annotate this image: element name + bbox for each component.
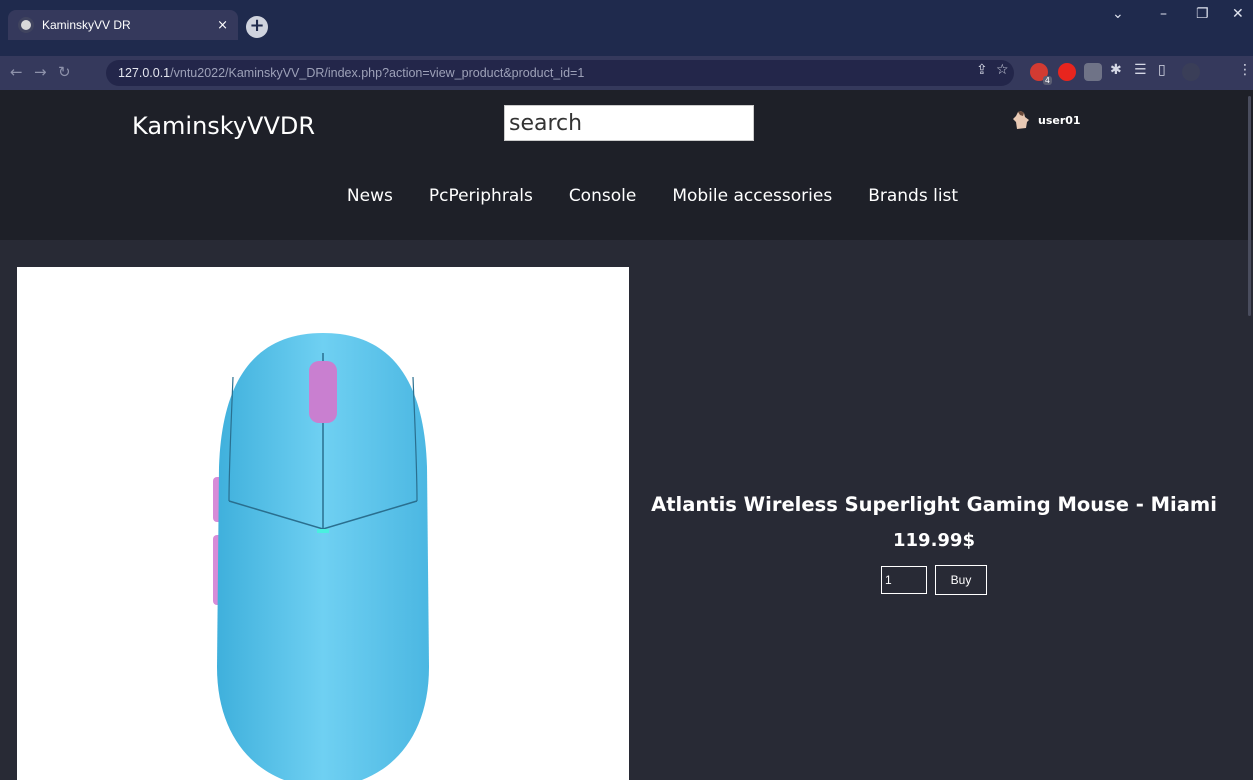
nav-news[interactable]: News — [347, 186, 393, 206]
search-input[interactable] — [504, 105, 754, 141]
site-header: KaminskyVVDR user01 News PcPeriphrals Co… — [0, 90, 1253, 240]
buy-button[interactable]: Buy — [935, 565, 987, 595]
quantity-input[interactable] — [881, 566, 927, 594]
reload-icon[interactable]: ↻ — [58, 63, 71, 81]
browser-tab-bar: KaminskyVV DR × + ⌄ – ❐ ✕ — [0, 0, 1253, 56]
menu-kebab-icon[interactable]: ⋮ — [1238, 62, 1252, 78]
product-price: 119.99$ — [893, 530, 975, 551]
address-url: 127.0.0.1/vntu2022/KaminskyVV_DR/index.p… — [118, 66, 585, 80]
close-tab-icon[interactable]: × — [217, 18, 228, 33]
product-info: Atlantis Wireless Superlight Gaming Mous… — [648, 493, 1220, 595]
main-nav: News PcPeriphrals Console Mobile accesso… — [0, 186, 1253, 206]
reading-list-icon[interactable]: ☰ — [1134, 62, 1147, 78]
side-panel-icon[interactable]: ▯ — [1158, 62, 1166, 78]
site-favicon-icon — [18, 17, 34, 33]
extension-calendar-icon[interactable]: 4 — [1030, 63, 1052, 85]
forward-icon[interactable]: → — [34, 63, 47, 81]
nav-brands-list[interactable]: Brands list — [868, 186, 958, 206]
restore-icon[interactable]: ❐ — [1196, 6, 1209, 22]
back-icon[interactable]: ← — [10, 63, 23, 81]
new-tab-button[interactable]: + — [246, 16, 268, 38]
extensions-puzzle-icon[interactable]: ✱ — [1110, 62, 1122, 78]
extension-badge: 4 — [1042, 76, 1052, 85]
user-name: user01 — [1038, 113, 1081, 127]
browser-tab[interactable]: KaminskyVV DR × — [8, 10, 238, 40]
browser-toolbar: ← → ↻ i 127.0.0.1/vntu2022/KaminskyVV_DR… — [0, 56, 1253, 477]
tab-search-icon[interactable]: ⌄ — [1112, 6, 1124, 22]
page-content: KaminskyVVDR user01 News PcPeriphrals Co… — [0, 90, 1253, 780]
product-title: Atlantis Wireless Superlight Gaming Mous… — [651, 493, 1217, 516]
extension-opera-icon[interactable] — [1058, 63, 1076, 81]
close-window-icon[interactable]: ✕ — [1232, 6, 1244, 22]
tab-title: KaminskyVV DR — [42, 18, 131, 32]
user-menu[interactable]: user01 — [1012, 110, 1081, 130]
bookmark-star-icon[interactable]: ☆ — [996, 62, 1009, 78]
nav-pc-peripherals[interactable]: PcPeriphrals — [429, 186, 533, 206]
extension-generic-icon[interactable] — [1084, 63, 1102, 81]
share-icon[interactable]: ⇪ — [976, 62, 988, 78]
minimize-icon[interactable]: – — [1160, 6, 1167, 22]
product-image — [17, 267, 629, 780]
gaming-mouse-image — [213, 333, 429, 780]
site-logo[interactable]: KaminskyVVDR — [132, 112, 315, 140]
nav-console[interactable]: Console — [569, 186, 637, 206]
page-scrollbar[interactable] — [1248, 96, 1251, 316]
buy-row: Buy — [648, 565, 1220, 595]
address-bar[interactable]: i 127.0.0.1/vntu2022/KaminskyVV_DR/index… — [106, 60, 1014, 477]
user-avatar-icon — [1013, 111, 1029, 129]
nav-mobile-accessories[interactable]: Mobile accessories — [672, 186, 832, 206]
profile-avatar-icon[interactable] — [1182, 63, 1200, 81]
